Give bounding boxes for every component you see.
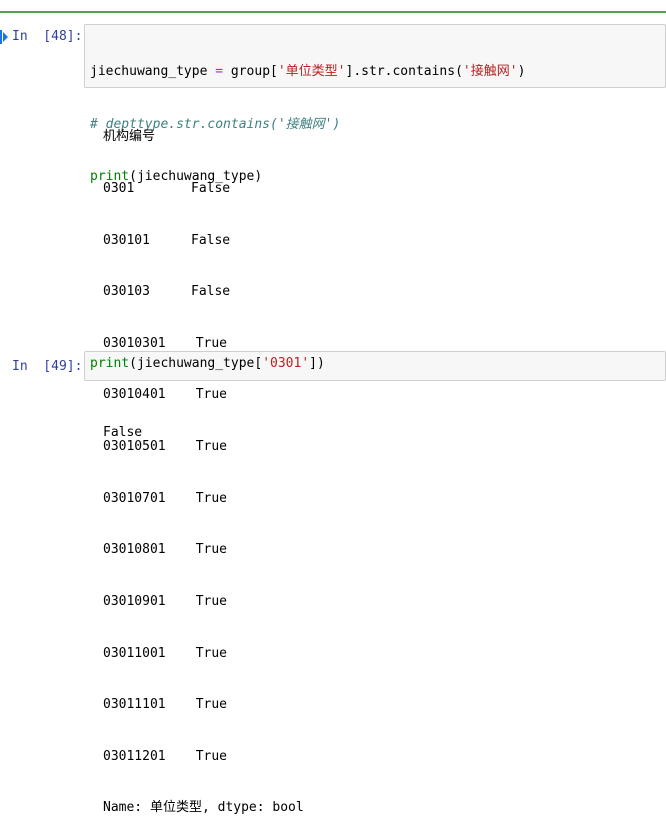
output-row: 03010701 True xyxy=(103,490,304,507)
cell-output: False xyxy=(103,390,142,476)
row-value: True xyxy=(195,697,227,713)
row-value: True xyxy=(195,542,227,558)
code-builtin: print xyxy=(90,356,130,371)
output-index-header: 机构编号 xyxy=(103,129,156,145)
code-input-area[interactable]: print(jiechuwang_type['0301']) xyxy=(84,351,666,381)
code-string: '接触网' xyxy=(462,64,518,79)
output-row: 0301 False xyxy=(103,180,304,197)
code-string: '0301' xyxy=(262,356,310,371)
output-row: 030101 False xyxy=(103,232,304,249)
code-input-area[interactable]: jiechuwang_type = group['单位类型'].str.cont… xyxy=(84,24,666,184)
output-row: 03011201 True xyxy=(103,748,304,765)
selected-cell-border xyxy=(0,11,666,13)
output-text: False xyxy=(103,425,143,441)
output-row: 03011101 True xyxy=(103,696,304,713)
output-footer: Name: 单位类型, dtype: bool xyxy=(103,800,304,816)
code-args: (jiechuwang_type[ xyxy=(129,356,263,371)
row-value: True xyxy=(195,439,227,455)
row-value: True xyxy=(195,593,227,609)
code-line-1: jiechuwang_type = group['单位类型'].str.cont… xyxy=(90,63,665,81)
row-value: False xyxy=(191,181,231,197)
output-row: 03011001 True xyxy=(103,645,304,662)
row-value: True xyxy=(195,645,227,661)
code-method: ].str.contains( xyxy=(345,64,463,79)
row-value: True xyxy=(195,490,227,506)
output-row: 030103 False xyxy=(103,283,304,300)
row-key: 03011001 xyxy=(103,645,166,661)
row-key: 03010701 xyxy=(103,490,166,506)
row-key: 030101 xyxy=(103,232,150,248)
row-key: 0301 xyxy=(103,181,135,197)
row-key: 03010901 xyxy=(103,593,166,609)
row-key: 03010801 xyxy=(103,542,166,558)
code-paren: ) xyxy=(517,64,526,79)
row-value: False xyxy=(191,232,231,248)
row-key: 030103 xyxy=(103,284,150,300)
row-key: 03011101 xyxy=(103,697,166,713)
input-prompt: In [49]: xyxy=(12,359,83,374)
row-value: False xyxy=(191,284,231,300)
code-variable: jiechuwang_type xyxy=(90,64,208,79)
code-cell-49[interactable]: In [49]: print(jiechuwang_type['0301']) … xyxy=(0,345,666,440)
output-row: 03010901 True xyxy=(103,593,304,610)
input-prompt: In [48]: xyxy=(12,29,83,44)
code-paren: ]) xyxy=(309,356,325,371)
code-cell-48[interactable]: In [48]: jiechuwang_type = group['单位类型']… xyxy=(0,14,666,815)
row-key: 03011201 xyxy=(103,748,166,764)
code-object: group[ xyxy=(230,64,278,79)
code-operator: = xyxy=(207,64,231,79)
code-string: '单位类型' xyxy=(277,64,346,79)
row-value: True xyxy=(195,748,227,764)
output-row: 03010801 True xyxy=(103,541,304,558)
selected-cell-marker-icon xyxy=(0,30,8,44)
